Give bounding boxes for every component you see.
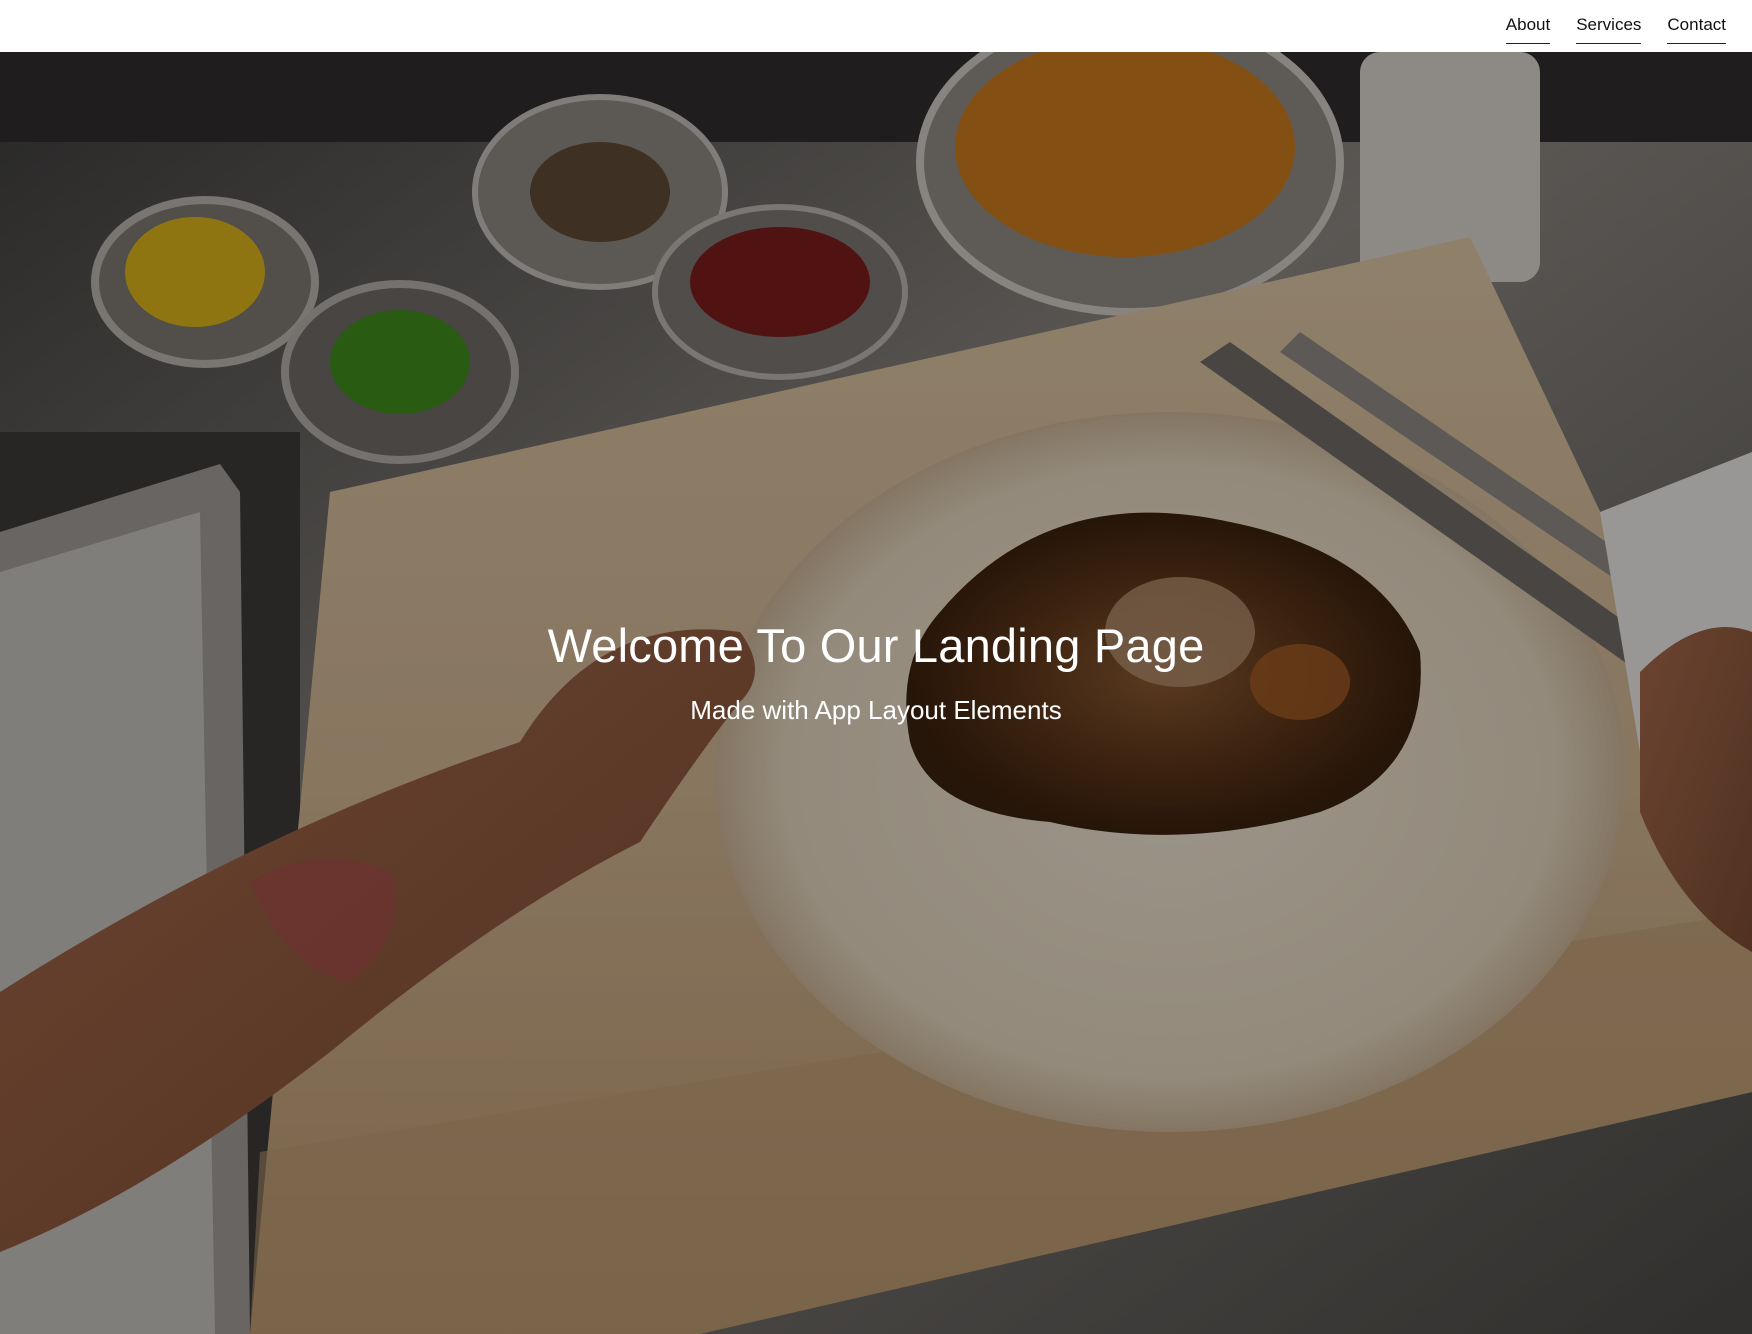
nav-link-contact[interactable]: Contact <box>1667 14 1726 44</box>
hero-subtitle: Made with App Layout Elements <box>690 695 1062 725</box>
top-navbar: About Services Contact <box>0 0 1752 52</box>
nav-link-about[interactable]: About <box>1505 14 1551 44</box>
hero-section: Welcome To Our Landing Page Made with Ap… <box>0 52 1752 1334</box>
nav-menu: About Services Contact <box>1505 14 1726 44</box>
nav-link-services[interactable]: Services <box>1576 14 1642 44</box>
landing-page: About Services Contact Welcome To Our La… <box>0 0 1752 1334</box>
hero-text-block: Welcome To Our Landing Page Made with Ap… <box>0 618 1752 726</box>
hero-title: Welcome To Our Landing Page <box>547 619 1205 672</box>
